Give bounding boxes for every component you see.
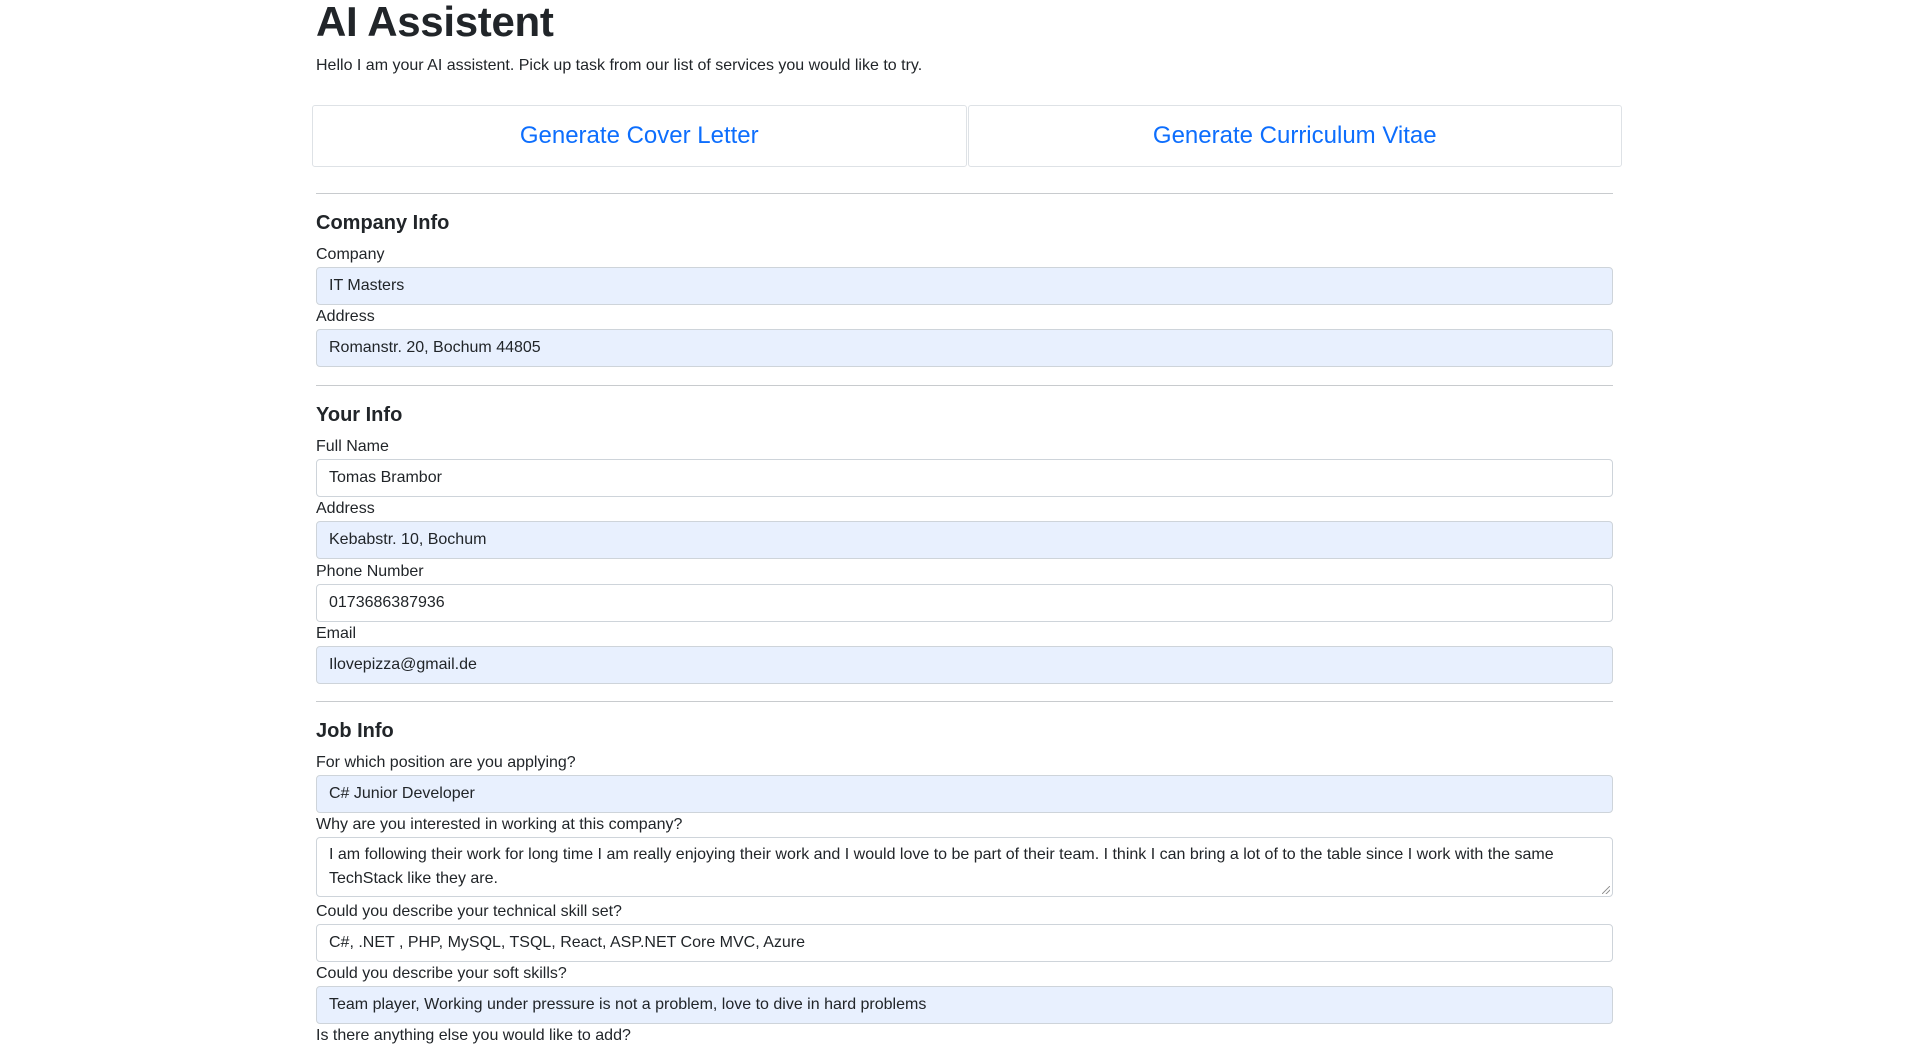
company-address-input[interactable]: Romanstr. 20, Bochum 44805 bbox=[316, 329, 1613, 367]
email-input[interactable]: Ilovepizza@gmail.de bbox=[316, 646, 1613, 684]
full-name-input[interactable]: Tomas Brambor bbox=[316, 459, 1613, 497]
position-input[interactable]: C# Junior Developer bbox=[316, 775, 1613, 813]
divider bbox=[316, 385, 1613, 386]
service-buttons: Generate Cover Letter Generate Curriculu… bbox=[312, 105, 1622, 167]
job-info-title: Job Info bbox=[316, 720, 394, 742]
interest-textarea[interactable]: I am following their work for long time … bbox=[316, 837, 1613, 897]
full-name-label: Full Name bbox=[316, 438, 389, 455]
company-address-label: Address bbox=[316, 308, 375, 325]
page-title: AI Assistent bbox=[316, 0, 554, 45]
tech-skills-label: Could you describe your technical skill … bbox=[316, 903, 622, 920]
divider bbox=[316, 701, 1613, 702]
anything-else-label: Is there anything else you would like to… bbox=[316, 1027, 631, 1044]
divider bbox=[316, 193, 1613, 194]
company-input[interactable]: IT Masters bbox=[316, 267, 1613, 305]
generate-cover-letter-button[interactable]: Generate Cover Letter bbox=[312, 105, 967, 167]
company-label: Company bbox=[316, 246, 385, 263]
your-address-label: Address bbox=[316, 500, 375, 517]
interest-text: I am following their work for long time … bbox=[329, 846, 1554, 887]
page-subtitle: Hello I am your AI assistent. Pick up ta… bbox=[316, 57, 923, 74]
your-address-input[interactable]: Kebabstr. 10, Bochum bbox=[316, 521, 1613, 559]
position-label: For which position are you applying? bbox=[316, 754, 576, 771]
interest-label: Why are you interested in working at thi… bbox=[316, 816, 683, 833]
soft-skills-label: Could you describe your soft skills? bbox=[316, 965, 567, 982]
soft-skills-input[interactable]: Team player, Working under pressure is n… bbox=[316, 986, 1613, 1024]
your-info-title: Your Info bbox=[316, 404, 403, 426]
phone-input[interactable]: 0173686387936 bbox=[316, 584, 1613, 622]
generate-cv-button[interactable]: Generate Curriculum Vitae bbox=[967, 105, 1622, 167]
tech-skills-input[interactable]: C#, .NET , PHP, MySQL, TSQL, React, ASP.… bbox=[316, 924, 1613, 962]
email-label: Email bbox=[316, 625, 357, 642]
phone-label: Phone Number bbox=[316, 563, 424, 580]
resize-grip-icon[interactable] bbox=[1602, 886, 1610, 894]
company-info-title: Company Info bbox=[316, 212, 450, 234]
